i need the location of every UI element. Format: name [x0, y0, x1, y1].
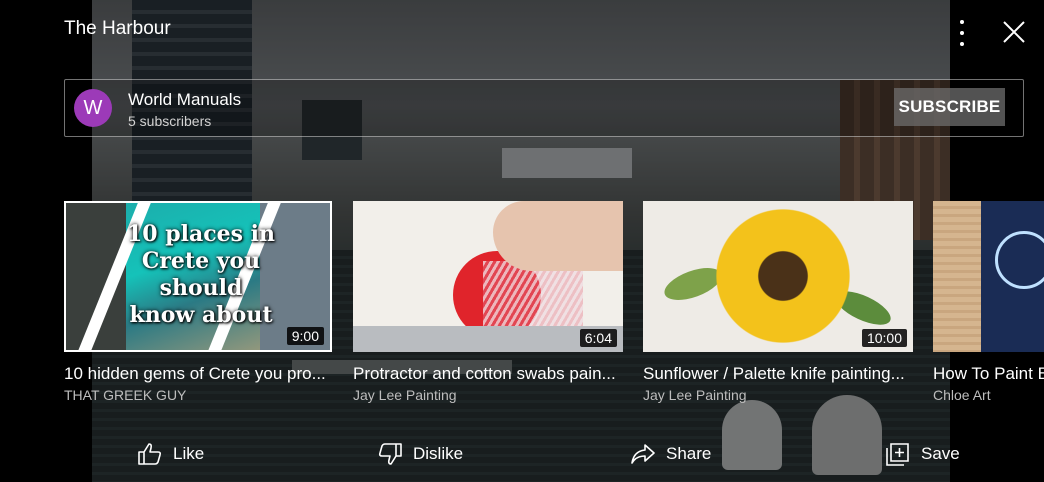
channel-name[interactable]: World Manuals: [128, 90, 241, 110]
video-title-link[interactable]: How To Paint B: [933, 364, 1044, 384]
more-vert-icon[interactable]: [950, 20, 974, 46]
duration-badge: 9:00: [286, 327, 324, 345]
add-to-playlist-icon: [886, 443, 909, 466]
save-button[interactable]: Save: [885, 440, 960, 468]
thumbnail-text: 10 places in Crete you should know about: [126, 221, 276, 328]
share-label: Share: [666, 444, 712, 463]
channel-card[interactable]: W World Manuals 5 subscribers SUBSCRIBE: [64, 79, 1024, 137]
duration-badge: 10:00: [861, 329, 907, 347]
share-arrow-icon: [631, 444, 655, 464]
thumbs-up-icon: [138, 443, 162, 465]
subscribe-button[interactable]: SUBSCRIBE: [894, 88, 1005, 126]
video-thumbnail[interactable]: 10:00: [643, 201, 913, 352]
thumbs-down-icon: [378, 443, 402, 465]
video-title: The Harbour: [64, 18, 171, 39]
video-thumbnail[interactable]: 10 places in Crete you should know about…: [64, 201, 332, 352]
video-author: Chloe Art: [933, 387, 991, 403]
like-label: Like: [173, 444, 205, 463]
video-title-link[interactable]: Sunflower / Palette knife painting...: [643, 364, 913, 384]
like-button[interactable]: Like: [137, 440, 204, 468]
video-thumbnail[interactable]: [933, 201, 1044, 352]
video-thumbnail[interactable]: 6:04: [353, 201, 623, 352]
channel-avatar[interactable]: W: [74, 89, 112, 127]
video-author: Jay Lee Painting: [353, 387, 457, 403]
share-button[interactable]: Share: [630, 440, 711, 468]
video-title-link[interactable]: Protractor and cotton swabs pain...: [353, 364, 623, 384]
dislike-button[interactable]: Dislike: [377, 440, 463, 468]
video-author: Jay Lee Painting: [643, 387, 747, 403]
video-author: THAT GREEK GUY: [64, 387, 187, 403]
save-label: Save: [921, 444, 960, 463]
dislike-label: Dislike: [413, 444, 464, 463]
close-icon[interactable]: [1000, 18, 1028, 46]
duration-badge: 6:04: [579, 329, 617, 347]
video-title-link[interactable]: 10 hidden gems of Crete you pro...: [64, 364, 332, 384]
subscriber-count: 5 subscribers: [128, 113, 212, 129]
